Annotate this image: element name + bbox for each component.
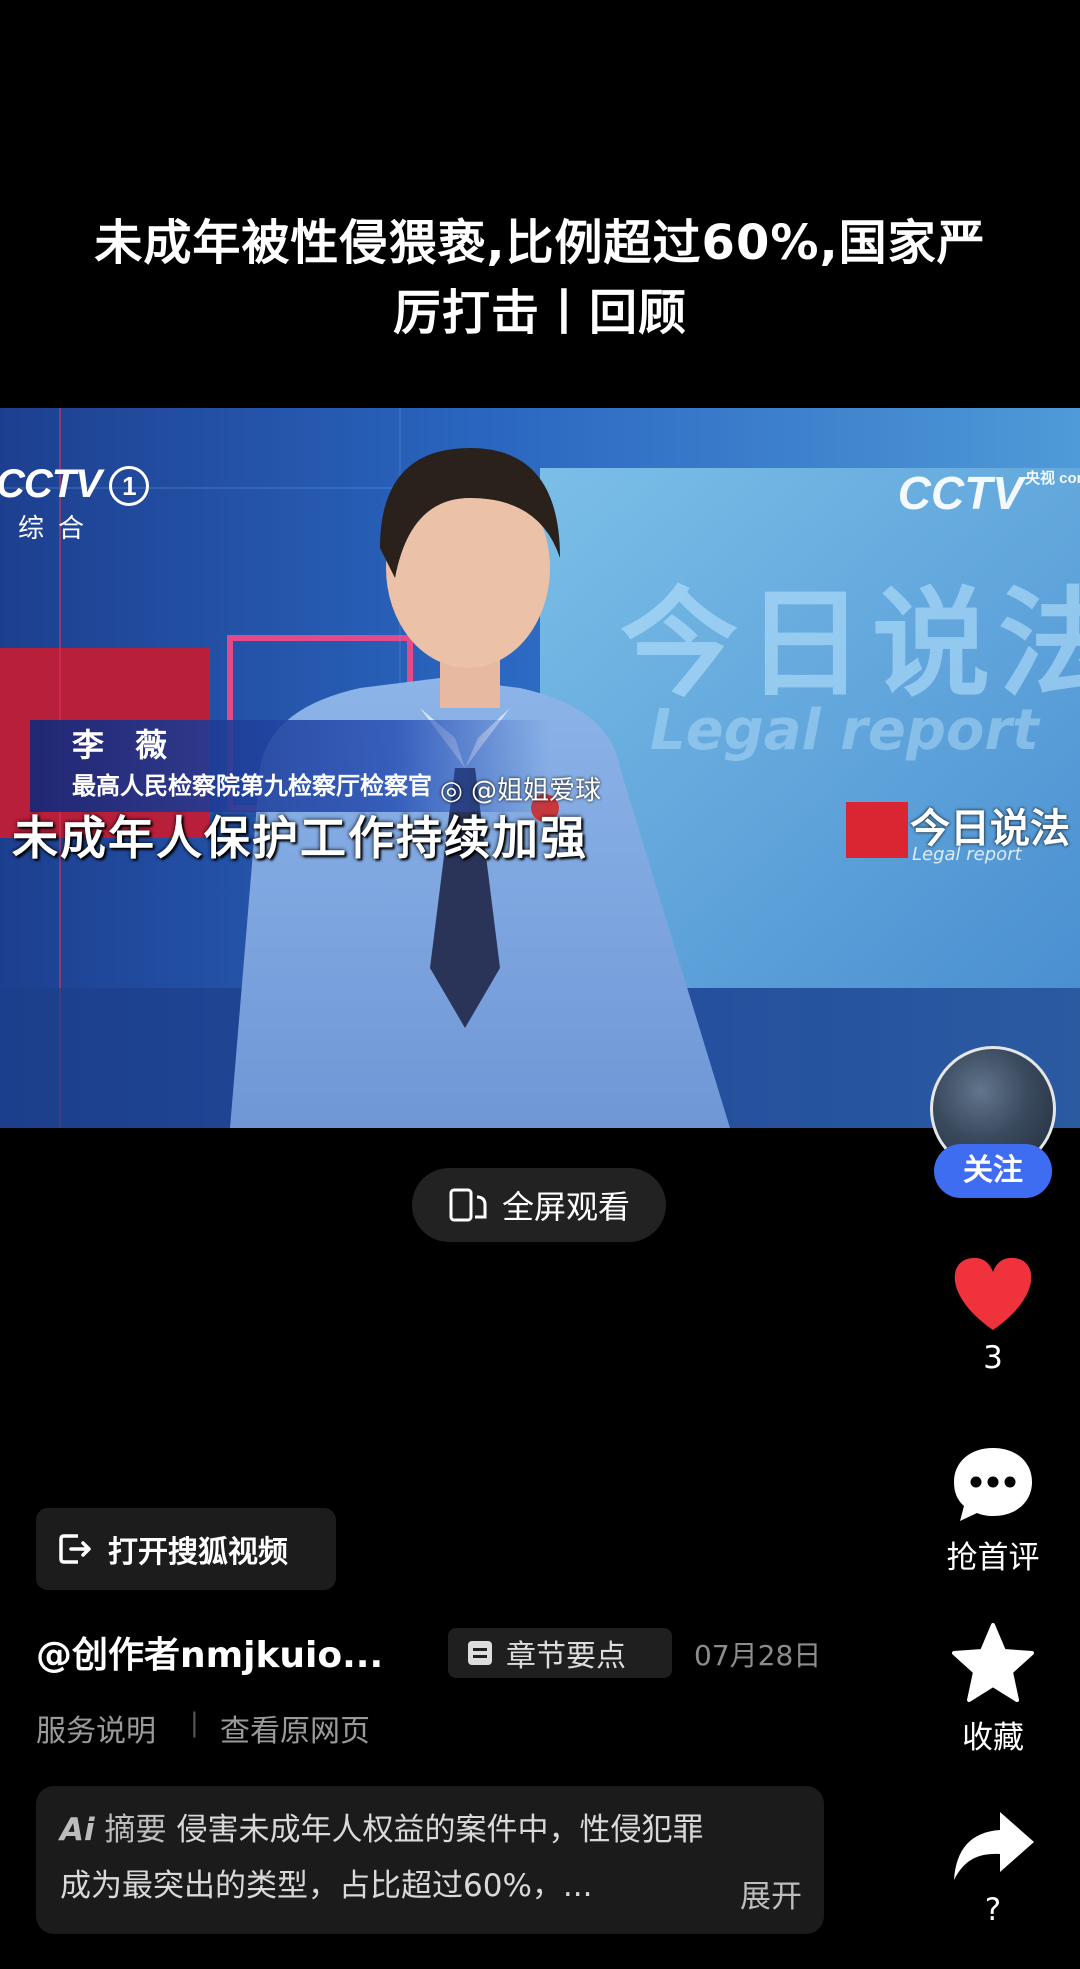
- view-original-link[interactable]: 查看原网页: [220, 1706, 370, 1750]
- like-button[interactable]: 3: [920, 1256, 1066, 1376]
- chapter-points-label: 章节要点: [506, 1639, 626, 1674]
- comment-button[interactable]: 抢首评: [920, 1444, 1066, 1577]
- like-count: 3: [983, 1340, 1003, 1376]
- comment-label: 抢首评: [946, 1540, 1040, 1576]
- channel-subtitle: 综合: [18, 514, 99, 544]
- link-separator: |: [190, 1708, 199, 1738]
- fullscreen-button[interactable]: 全屏观看: [412, 1168, 666, 1242]
- post-date: 07月28日: [694, 1639, 822, 1672]
- speaker-name: 李 薇: [72, 726, 178, 764]
- channel-logo: CCTV 1: [0, 462, 149, 507]
- video-player[interactable]: CCTV1 综合 CCTV央视 com 今日说法 Legal report 李 …: [0, 408, 1080, 1128]
- follow-button[interactable]: 关注: [934, 1144, 1052, 1198]
- ai-summary-line-1: Ai 摘要 侵害未成年人权益的案件中，性侵犯罪: [60, 1802, 800, 1858]
- show-logo-mark: [846, 802, 908, 858]
- video-title-line-2: 厉打击丨回顾: [392, 285, 687, 341]
- share-arrow-icon: [954, 1812, 1034, 1880]
- fullscreen-label: 全屏观看: [501, 1188, 630, 1226]
- ai-summary-text-1: 侵害未成年人权益的案件中，性侵犯罪: [176, 1812, 704, 1848]
- star-icon: [952, 1623, 1034, 1702]
- exit-app-icon: [59, 1534, 91, 1564]
- heart-icon: [954, 1257, 1032, 1330]
- video-subtitle: 未成年人保护工作持续加强: [12, 811, 588, 865]
- open-sohu-video-label: 打开搜狐视频: [108, 1535, 288, 1570]
- fullscreen-rotate-icon: [449, 1188, 487, 1222]
- ai-summary-label: 摘要: [104, 1812, 167, 1848]
- video-title-line-1: 未成年被性侵猥亵,比例超过60%,国家严: [94, 215, 986, 271]
- favorite-button[interactable]: 收藏: [920, 1622, 1066, 1757]
- author-name[interactable]: @创作者nmjkuio...: [36, 1626, 383, 1678]
- cctv-watermark-text: CCTV: [897, 467, 1023, 519]
- app-screen: 未成年被性侵猥亵,比例超过60%,国家严 厉打击丨回顾 CCTV 1 综合 CC…: [0, 0, 1080, 1969]
- show-logo: 今日说法 Legal report: [846, 796, 1080, 865]
- share-label: ?: [984, 1892, 1002, 1928]
- channel-logo-text: CCTV: [0, 462, 102, 506]
- show-logo-subtext: Legal report: [912, 844, 1022, 865]
- video-title: 未成年被性侵猥亵,比例超过60%,国家严 厉打击丨回顾: [40, 208, 1040, 348]
- studio-screen-text-en: Legal report: [650, 698, 1039, 763]
- chapter-list-icon: [468, 1641, 492, 1665]
- open-sohu-video-button[interactable]: 打开搜狐视频: [36, 1508, 336, 1590]
- comment-bubble-icon: [954, 1448, 1032, 1521]
- share-button[interactable]: ?: [920, 1808, 1066, 1928]
- ai-summary-expand[interactable]: 展开: [740, 1871, 802, 1916]
- cctv-watermark-small: 央视 com: [1024, 470, 1080, 487]
- chapter-points-button[interactable]: 章节要点: [448, 1628, 672, 1678]
- speaker-title: 最高人民检察院第九检察厅检察官: [72, 772, 432, 800]
- channel-number: 1: [108, 466, 149, 507]
- service-info-link[interactable]: 服务说明: [36, 1706, 156, 1750]
- favorite-label: 收藏: [962, 1720, 1024, 1756]
- ai-badge-icon: Ai: [60, 1812, 95, 1848]
- studio-screen-text: 今日说法: [620, 575, 1080, 713]
- ai-summary-text-2: 成为最突出的类型，占比超过60%，...: [60, 1868, 593, 1904]
- ai-summary-card[interactable]: Ai 摘要 侵害未成年人权益的案件中，性侵犯罪 成为最突出的类型，占比超过60%，…: [36, 1786, 824, 1934]
- cctv-watermark: CCTV央视 com: [898, 466, 1080, 520]
- ai-summary-line-2: 成为最突出的类型，占比超过60%，...: [60, 1858, 800, 1914]
